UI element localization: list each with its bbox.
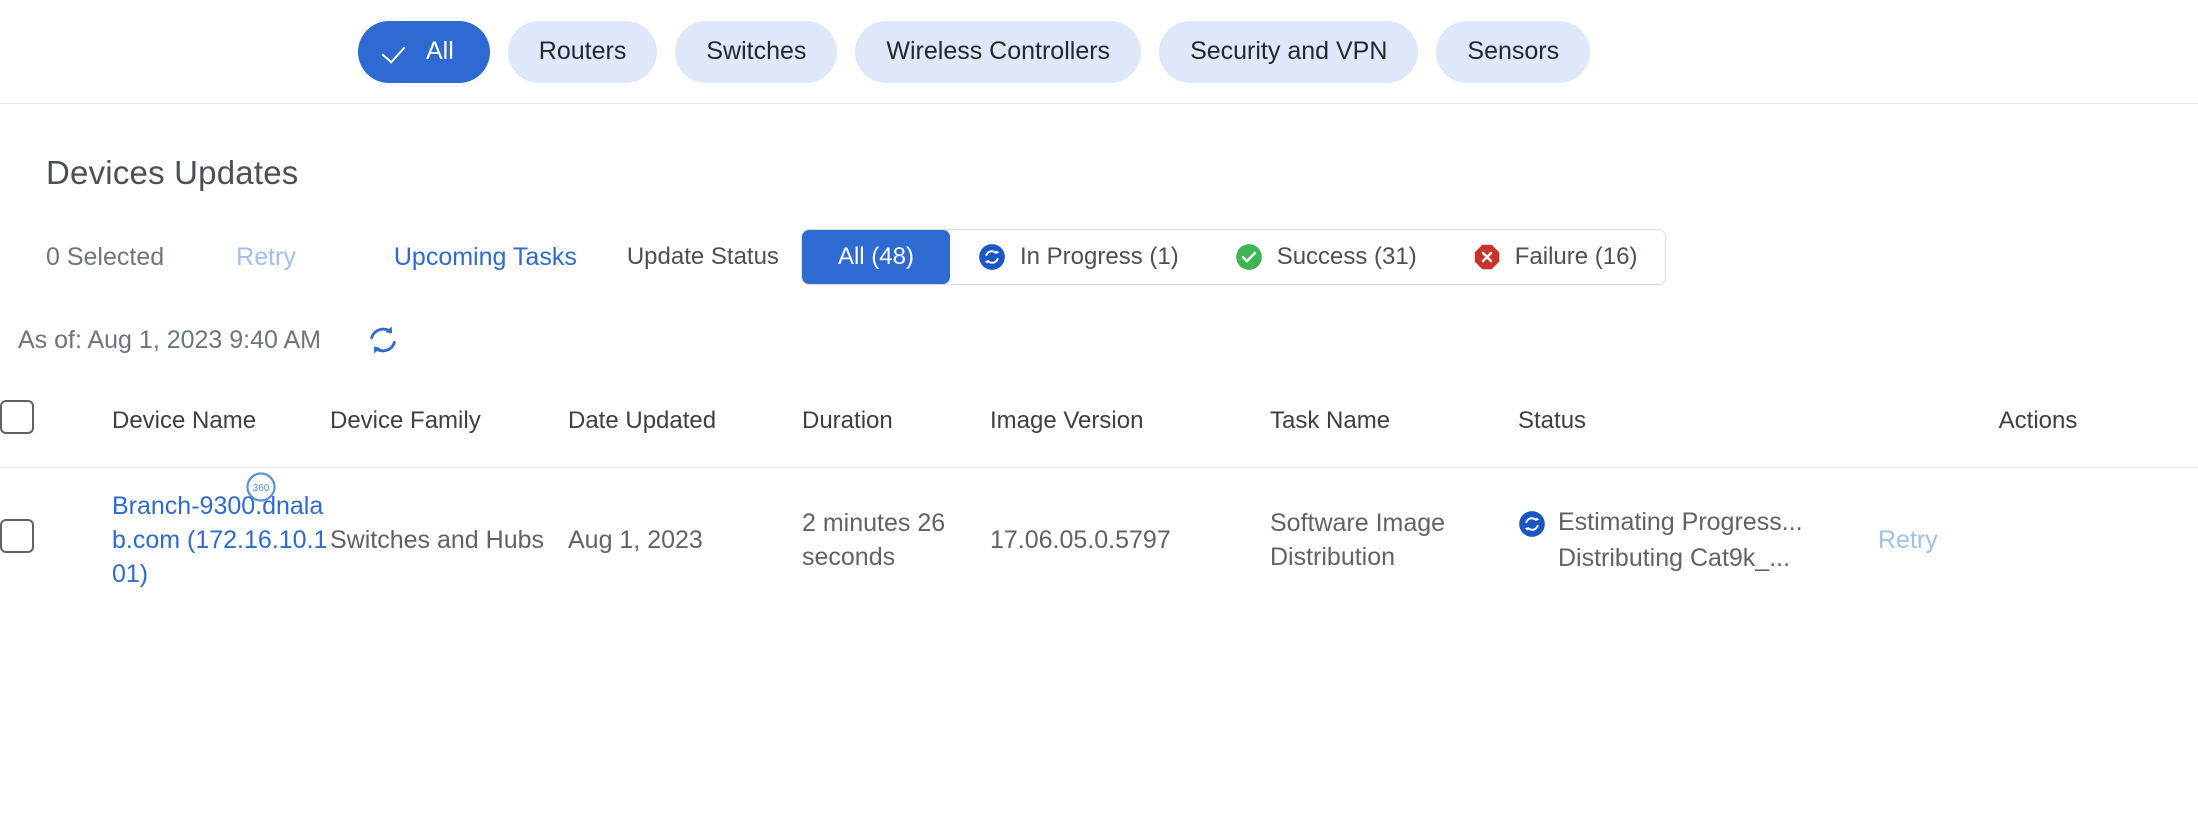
family-pill-label: Routers [538,37,627,65]
retry-button[interactable]: Retry [236,243,296,272]
cell-actions: Retry [1878,468,2198,614]
status-segment-label: All (48) [837,243,914,270]
cell-task-name: Software Image Distribution [1270,508,1446,571]
device-360-icon[interactable]: 360 [244,470,278,504]
failure-icon [1473,243,1501,271]
in-progress-icon [978,243,1006,271]
success-icon [1235,243,1263,271]
family-pill-switches[interactable]: Switches [675,20,838,83]
family-pill-sensors[interactable]: Sensors [1436,20,1591,83]
cell-image-version: 17.06.05.0.5797 [990,525,1171,554]
column-header-image-version[interactable]: Image Version [990,384,1270,468]
cell-status: Estimating Progress... Distributing Cat9… [1518,468,1878,614]
table-header-row: Device Name Device Family Date Updated D… [0,384,2198,468]
family-pill-wireless-controllers[interactable]: Wireless Controllers [855,20,1142,83]
table-row: Branch-9300.dnalab.com (172.16.10.101) 3… [0,468,2198,614]
update-status-label: Update Status [626,243,779,270]
column-header-actions: Actions [1878,384,2198,468]
column-header-duration[interactable]: Duration [802,384,990,468]
family-pill-security-and-vpn[interactable]: Security and VPN [1159,20,1419,83]
select-all-header [0,384,112,468]
row-checkbox[interactable] [0,518,34,553]
status-segment-label: In Progress (1) [1019,243,1179,270]
column-header-task-name[interactable]: Task Name [1270,384,1518,468]
as-of-label: As of: Aug 1, 2023 9:40 AM [18,325,321,354]
status-primary-text: Estimating Progress... [1558,508,1803,537]
row-retry-button[interactable]: Retry [1878,526,1938,554]
column-header-status[interactable]: Status [1518,384,1878,468]
column-header-date-updated[interactable]: Date Updated [568,384,802,468]
family-pill-routers[interactable]: Routers [507,20,658,83]
device-family-filter-bar: All Routers Switches Wireless Controller… [0,0,2198,104]
devices-updates-panel: Devices Updates 0 Selected Retry Upcomin… [0,104,2198,613]
status-secondary-text: Distributing Cat9k_... [1558,543,1791,572]
status-segment-failure[interactable]: Failure (16) [1445,230,1666,284]
row-select-cell [0,468,112,614]
cell-duration: 2 minutes 26 seconds [802,508,946,571]
column-header-device-name[interactable]: Device Name [112,384,330,468]
svg-text:360: 360 [253,483,270,494]
check-icon [384,39,410,65]
family-pill-label: Security and VPN [1190,37,1388,65]
status-segment-in-progress[interactable]: In Progress (1) [950,230,1207,284]
update-status-segmented-control: All (48) In Progress (1) Success (31) Fa… [800,229,1667,285]
updates-toolbar: 0 Selected Retry Upcoming Tasks Update S… [0,222,2198,292]
family-pill-label: Sensors [1467,37,1560,65]
refresh-icon[interactable] [363,320,403,360]
select-all-checkbox[interactable] [0,400,34,434]
upcoming-tasks-button[interactable]: Upcoming Tasks [394,243,577,272]
status-segment-label: Success (31) [1276,243,1417,270]
status-segment-label: Failure (16) [1514,243,1638,270]
cell-device-name: Branch-9300.dnalab.com (172.16.10.101) 3… [112,468,330,614]
family-pill-label: Switches [706,37,807,65]
cell-device-family: Switches and Hubs [330,525,545,554]
device-name-link[interactable]: Branch-9300.dnalab.com (172.16.10.101) [112,492,327,588]
family-pill-label: All [426,37,454,65]
status-segment-all[interactable]: All (48) [801,230,950,284]
as-of-row: As of: Aug 1, 2023 9:40 AM [0,318,2198,362]
family-pill-label: Wireless Controllers [886,37,1111,65]
column-header-device-family[interactable]: Device Family [330,384,568,468]
devices-updates-table: Device Name Device Family Date Updated D… [0,384,2198,613]
status-segment-success[interactable]: Success (31) [1207,230,1445,284]
cell-date-updated: Aug 1, 2023 [568,525,703,554]
family-pill-all[interactable]: All [358,20,490,83]
selected-count-label: 0 Selected [46,242,165,271]
page-title: Devices Updates [46,154,299,191]
in-progress-icon [1518,510,1546,538]
